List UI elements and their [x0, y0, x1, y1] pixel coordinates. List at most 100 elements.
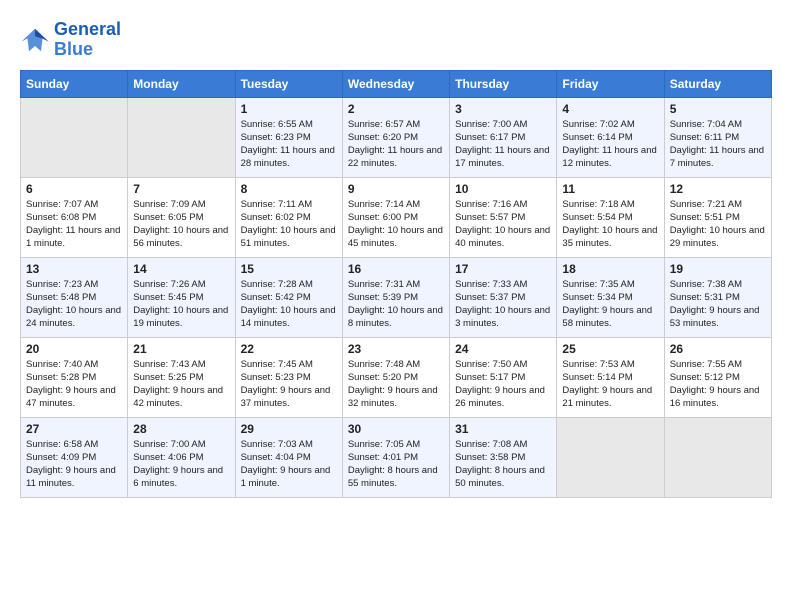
day-info: Sunrise: 7:00 AM Sunset: 6:17 PM Dayligh… [455, 118, 551, 171]
day-info: Sunrise: 7:05 AM Sunset: 4:01 PM Dayligh… [348, 438, 444, 491]
calendar-cell: 29 Sunrise: 7:03 AM Sunset: 4:04 PM Dayli… [235, 417, 342, 497]
calendar-header-row: SundayMondayTuesdayWednesdayThursdayFrid… [21, 70, 772, 97]
calendar-cell [21, 97, 128, 177]
calendar-cell: 16Sunrise: 7:31 AM Sunset: 5:39 PM Dayli… [342, 257, 449, 337]
day-info: Sunrise: 6:57 AM Sunset: 6:20 PM Dayligh… [348, 118, 444, 171]
day-info: Sunrise: 7:03 AM Sunset: 4:04 PM Dayligh… [241, 438, 337, 491]
day-info: Sunrise: 7:31 AM Sunset: 5:39 PM Dayligh… [348, 278, 444, 331]
day-number: 11 [562, 182, 658, 196]
day-number: 24 [455, 342, 551, 356]
day-number: 1 [241, 102, 337, 116]
day-number: 28 [133, 422, 229, 436]
day-info: Sunrise: 7:26 AM Sunset: 5:45 PM Dayligh… [133, 278, 229, 331]
header-thursday: Thursday [450, 70, 557, 97]
calendar-cell: 13 Sunrise: 7:23 AM Sunset: 5:48 PM Dayli… [21, 257, 128, 337]
calendar-cell: 9Sunrise: 7:14 AM Sunset: 6:00 PM Daylig… [342, 177, 449, 257]
calendar-week-row: 13 Sunrise: 7:23 AM Sunset: 5:48 PM Dayli… [21, 257, 772, 337]
day-number: 26 [670, 342, 766, 356]
calendar-cell: 26 Sunrise: 7:55 AM Sunset: 5:12 PM Dayli… [664, 337, 771, 417]
day-info: Sunrise: 7:18 AM Sunset: 5:54 PM Dayligh… [562, 198, 658, 251]
day-info: Sunrise: 7:14 AM Sunset: 6:00 PM Dayligh… [348, 198, 444, 251]
calendar-cell [557, 417, 664, 497]
calendar-cell: 3Sunrise: 7:00 AM Sunset: 6:17 PM Daylig… [450, 97, 557, 177]
header-friday: Friday [557, 70, 664, 97]
day-number: 22 [241, 342, 337, 356]
day-info: Sunrise: 7:23 AM Sunset: 5:48 PM Dayligh… [26, 278, 122, 331]
day-number: 4 [562, 102, 658, 116]
day-info: Sunrise: 6:55 AM Sunset: 6:23 PM Dayligh… [241, 118, 337, 171]
day-info: Sunrise: 7:02 AM Sunset: 6:14 PM Dayligh… [562, 118, 658, 171]
calendar-cell: 1 Sunrise: 6:55 AM Sunset: 6:23 PM Daylig… [235, 97, 342, 177]
calendar-cell: 10Sunrise: 7:16 AM Sunset: 5:57 PM Dayli… [450, 177, 557, 257]
logo: General Blue [20, 20, 121, 60]
day-info: Sunrise: 7:53 AM Sunset: 5:14 PM Dayligh… [562, 358, 658, 411]
header-sunday: Sunday [21, 70, 128, 97]
day-info: Sunrise: 7:43 AM Sunset: 5:25 PM Dayligh… [133, 358, 229, 411]
calendar-cell: 30 Sunrise: 7:05 AM Sunset: 4:01 PM Dayli… [342, 417, 449, 497]
calendar-cell: 31 Sunrise: 7:08 AM Sunset: 3:58 PM Dayli… [450, 417, 557, 497]
day-info: Sunrise: 7:55 AM Sunset: 5:12 PM Dayligh… [670, 358, 766, 411]
day-number: 14 [133, 262, 229, 276]
day-number: 23 [348, 342, 444, 356]
day-number: 30 [348, 422, 444, 436]
day-number: 31 [455, 422, 551, 436]
day-info: Sunrise: 7:48 AM Sunset: 5:20 PM Dayligh… [348, 358, 444, 411]
calendar-cell: 15Sunrise: 7:28 AM Sunset: 5:42 PM Dayli… [235, 257, 342, 337]
header-monday: Monday [128, 70, 235, 97]
calendar-week-row: 20 Sunrise: 7:40 AM Sunset: 5:28 PM Dayli… [21, 337, 772, 417]
calendar-cell: 18 Sunrise: 7:35 AM Sunset: 5:34 PM Dayli… [557, 257, 664, 337]
calendar-cell: 17 Sunrise: 7:33 AM Sunset: 5:37 PM Dayli… [450, 257, 557, 337]
day-info: Sunrise: 7:11 AM Sunset: 6:02 PM Dayligh… [241, 198, 337, 251]
day-number: 12 [670, 182, 766, 196]
day-info: Sunrise: 7:00 AM Sunset: 4:06 PM Dayligh… [133, 438, 229, 491]
day-info: Sunrise: 7:35 AM Sunset: 5:34 PM Dayligh… [562, 278, 658, 331]
calendar-week-row: 6 Sunrise: 7:07 AM Sunset: 6:08 PM Daylig… [21, 177, 772, 257]
calendar-cell: 27 Sunrise: 6:58 AM Sunset: 4:09 PM Dayli… [21, 417, 128, 497]
day-info: Sunrise: 7:04 AM Sunset: 6:11 PM Dayligh… [670, 118, 766, 171]
day-info: Sunrise: 7:16 AM Sunset: 5:57 PM Dayligh… [455, 198, 551, 251]
day-number: 13 [26, 262, 122, 276]
calendar-week-row: 1 Sunrise: 6:55 AM Sunset: 6:23 PM Daylig… [21, 97, 772, 177]
calendar-cell: 28 Sunrise: 7:00 AM Sunset: 4:06 PM Dayli… [128, 417, 235, 497]
day-number: 27 [26, 422, 122, 436]
day-number: 15 [241, 262, 337, 276]
day-info: Sunrise: 7:38 AM Sunset: 5:31 PM Dayligh… [670, 278, 766, 331]
header-saturday: Saturday [664, 70, 771, 97]
day-number: 6 [26, 182, 122, 196]
calendar-cell: 20 Sunrise: 7:40 AM Sunset: 5:28 PM Dayli… [21, 337, 128, 417]
day-info: Sunrise: 7:50 AM Sunset: 5:17 PM Dayligh… [455, 358, 551, 411]
day-number: 20 [26, 342, 122, 356]
page-header: General Blue [20, 20, 772, 60]
day-info: Sunrise: 7:45 AM Sunset: 5:23 PM Dayligh… [241, 358, 337, 411]
day-number: 18 [562, 262, 658, 276]
day-number: 19 [670, 262, 766, 276]
day-info: Sunrise: 7:33 AM Sunset: 5:37 PM Dayligh… [455, 278, 551, 331]
day-info: Sunrise: 7:08 AM Sunset: 3:58 PM Dayligh… [455, 438, 551, 491]
calendar-cell [128, 97, 235, 177]
day-info: Sunrise: 7:07 AM Sunset: 6:08 PM Dayligh… [26, 198, 122, 251]
day-number: 17 [455, 262, 551, 276]
calendar-cell: 6 Sunrise: 7:07 AM Sunset: 6:08 PM Daylig… [21, 177, 128, 257]
day-number: 7 [133, 182, 229, 196]
day-info: Sunrise: 7:40 AM Sunset: 5:28 PM Dayligh… [26, 358, 122, 411]
day-number: 29 [241, 422, 337, 436]
day-number: 21 [133, 342, 229, 356]
logo-text: General Blue [54, 20, 121, 60]
day-info: Sunrise: 6:58 AM Sunset: 4:09 PM Dayligh… [26, 438, 122, 491]
day-number: 2 [348, 102, 444, 116]
calendar-cell: 7 Sunrise: 7:09 AM Sunset: 6:05 PM Daylig… [128, 177, 235, 257]
day-number: 8 [241, 182, 337, 196]
header-tuesday: Tuesday [235, 70, 342, 97]
calendar-cell: 24 Sunrise: 7:50 AM Sunset: 5:17 PM Dayli… [450, 337, 557, 417]
calendar-cell: 14 Sunrise: 7:26 AM Sunset: 5:45 PM Dayli… [128, 257, 235, 337]
calendar-cell [664, 417, 771, 497]
day-info: Sunrise: 7:09 AM Sunset: 6:05 PM Dayligh… [133, 198, 229, 251]
calendar-cell: 12Sunrise: 7:21 AM Sunset: 5:51 PM Dayli… [664, 177, 771, 257]
calendar-cell: 25Sunrise: 7:53 AM Sunset: 5:14 PM Dayli… [557, 337, 664, 417]
calendar-cell: 21 Sunrise: 7:43 AM Sunset: 5:25 PM Dayli… [128, 337, 235, 417]
calendar-cell: 19 Sunrise: 7:38 AM Sunset: 5:31 PM Dayli… [664, 257, 771, 337]
calendar-cell: 8 Sunrise: 7:11 AM Sunset: 6:02 PM Daylig… [235, 177, 342, 257]
calendar-cell: 5 Sunrise: 7:04 AM Sunset: 6:11 PM Daylig… [664, 97, 771, 177]
day-number: 5 [670, 102, 766, 116]
calendar-cell: 23 Sunrise: 7:48 AM Sunset: 5:20 PM Dayli… [342, 337, 449, 417]
